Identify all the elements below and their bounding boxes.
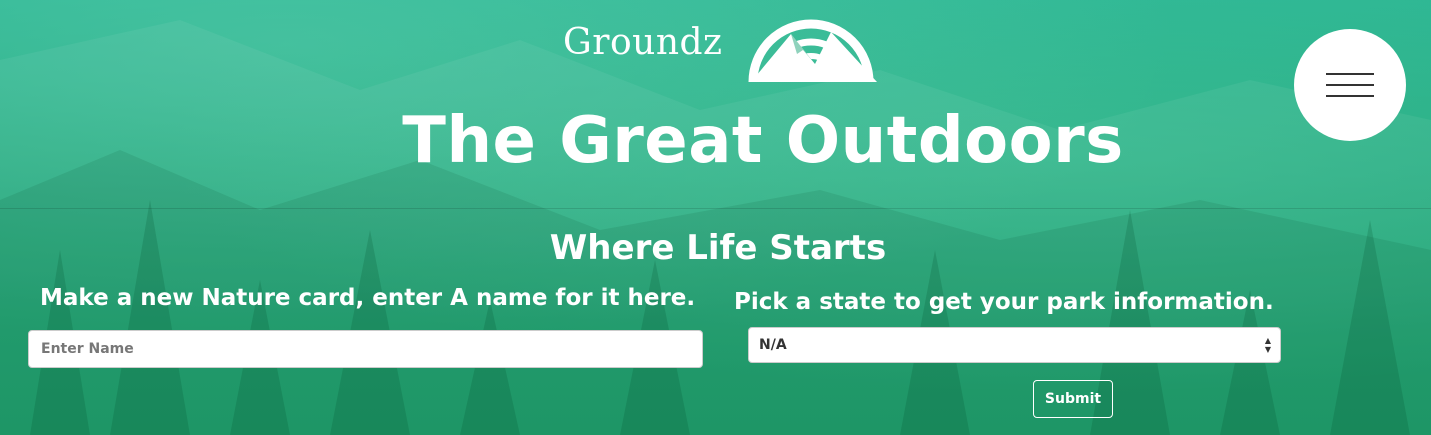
mountain-sun-icon bbox=[748, 19, 877, 82]
card-name-input[interactable] bbox=[28, 330, 703, 368]
section-divider bbox=[0, 208, 1431, 209]
select-arrows-icon: ▲ ▼ bbox=[1264, 336, 1272, 354]
hamburger-menu-icon-bar bbox=[1326, 84, 1374, 86]
page-subtitle: Where Life Starts bbox=[549, 228, 887, 268]
card-name-label: Make a new Nature card, enter A name for… bbox=[40, 285, 696, 311]
submit-button[interactable]: Submit bbox=[1033, 380, 1113, 418]
hamburger-menu-icon bbox=[1326, 73, 1374, 75]
state-select-value: N/A bbox=[759, 337, 787, 353]
state-label: Pick a state to get your park informatio… bbox=[734, 289, 1274, 315]
page-title: The Great Outdoors bbox=[402, 104, 1124, 178]
brand-name: Groundz bbox=[563, 22, 723, 63]
state-select[interactable]: N/A ▲ ▼ bbox=[748, 327, 1281, 363]
brand-logo[interactable]: Groundz bbox=[563, 4, 878, 84]
hamburger-menu-icon-bar bbox=[1326, 95, 1374, 97]
